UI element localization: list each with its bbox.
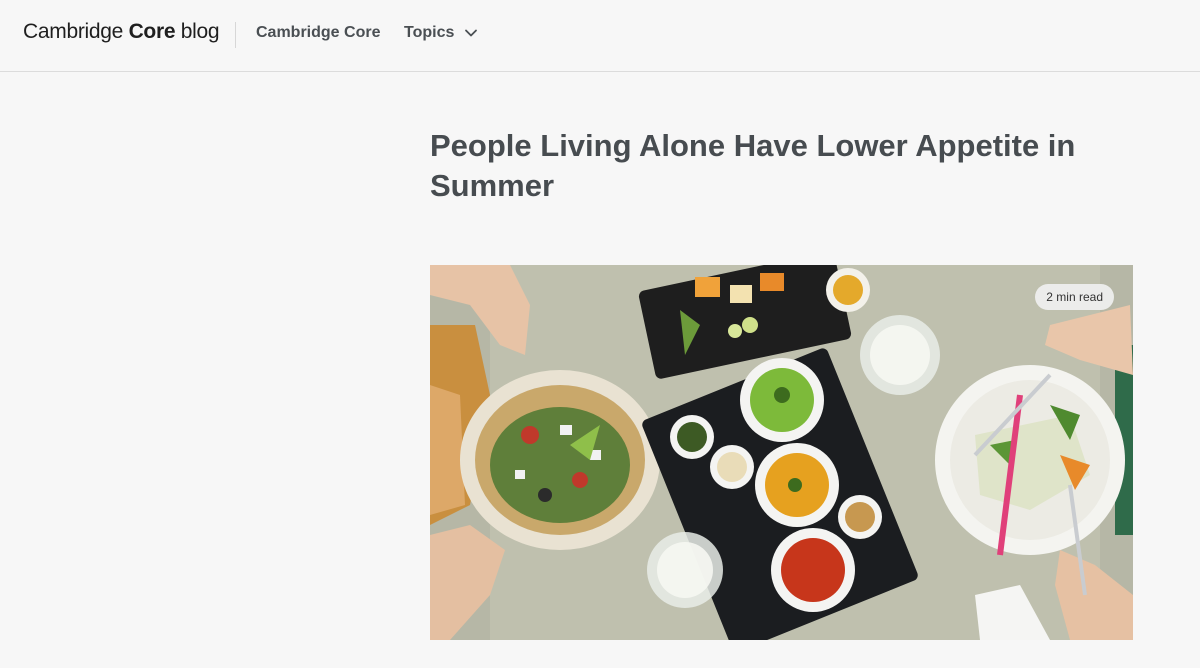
article-title: People Living Alone Have Lower Appetite … xyxy=(430,128,1076,203)
nav-topics-dropdown[interactable]: Topics xyxy=(404,22,478,44)
logo-brand: Cambridge xyxy=(23,20,124,43)
food-table-illustration xyxy=(430,265,1133,640)
read-time-badge: 2 min read xyxy=(1035,284,1114,310)
article-hero-image: 2 min read xyxy=(430,265,1133,640)
site-header: Cambridge Core blog Cambridge Core Topic… xyxy=(0,0,1200,72)
chevron-down-icon xyxy=(465,29,478,37)
nav-cambridge-core-link[interactable]: Cambridge Core xyxy=(256,22,380,44)
logo-core: Core xyxy=(128,20,176,43)
logo-suffix: blog xyxy=(180,20,220,43)
header-divider xyxy=(235,22,236,48)
site-logo[interactable]: Cambridge Core blog xyxy=(23,18,220,46)
nav-topics-label: Topics xyxy=(404,24,455,41)
